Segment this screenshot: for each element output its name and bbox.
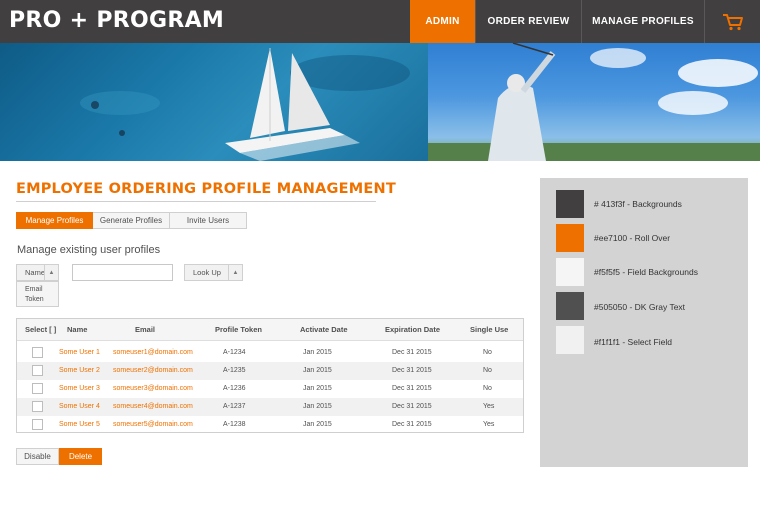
profile-token: A-1238 bbox=[223, 421, 246, 428]
table-row: Some User 4 someuser4@domain.com A-1237 … bbox=[17, 398, 523, 416]
profile-token: A-1235 bbox=[223, 367, 246, 374]
sailboat-image bbox=[0, 43, 428, 161]
single-use: No bbox=[483, 349, 492, 356]
activate-date: Jan 2015 bbox=[303, 421, 332, 428]
color-label-select-field: #f1f1f1 - Select Field bbox=[594, 337, 672, 347]
top-navigation-bar: PRO + PROGRAM ADMIN ORDER REVIEW MANAGE … bbox=[0, 0, 760, 43]
user-email-link[interactable]: someuser2@domain.com bbox=[113, 367, 193, 374]
column-header-name[interactable]: Name bbox=[67, 325, 87, 334]
expiration-date: Dec 31 2015 bbox=[392, 367, 432, 374]
column-header-activate-date[interactable]: Activate Date bbox=[300, 325, 348, 334]
single-use: No bbox=[483, 385, 492, 392]
color-swatch-select-field bbox=[556, 326, 584, 354]
table-row: Some User 2 someuser2@domain.com A-1235 … bbox=[17, 362, 523, 380]
color-swatch-backgrounds bbox=[556, 190, 584, 218]
table-row: Some User 3 someuser3@domain.com A-1236 … bbox=[17, 380, 523, 398]
single-use: Yes bbox=[483, 403, 495, 410]
page-title: EMPLOYEE ORDERING PROFILE MANAGEMENT bbox=[16, 181, 396, 197]
single-use: Yes bbox=[483, 421, 495, 428]
column-header-profile-token[interactable]: Profile Token bbox=[215, 325, 262, 334]
nav-order-review[interactable]: ORDER REVIEW bbox=[475, 0, 581, 43]
color-label-field-backgrounds: #f5f5f5 - Field Backgrounds bbox=[594, 267, 698, 277]
cart-button[interactable] bbox=[704, 0, 760, 43]
search-field-select[interactable]: Name ▲ bbox=[16, 264, 59, 281]
hero-banner bbox=[0, 43, 760, 161]
color-swatch-field-backgrounds bbox=[556, 258, 584, 286]
search-field-dropdown: Email Token bbox=[16, 281, 59, 307]
select-arrows-icon: ▲ bbox=[44, 265, 58, 280]
table-row: Some User 1 someuser1@domain.com A-1234 … bbox=[17, 344, 523, 362]
row-checkbox[interactable] bbox=[32, 401, 43, 412]
profile-token: A-1237 bbox=[223, 403, 246, 410]
nav-admin[interactable]: ADMIN bbox=[410, 0, 475, 43]
table-header: Select [ ] Name Email Profile Token Acti… bbox=[17, 319, 523, 341]
user-email-link[interactable]: someuser5@domain.com bbox=[113, 421, 193, 428]
color-swatch-roll-over bbox=[556, 224, 584, 252]
row-checkbox[interactable] bbox=[32, 347, 43, 358]
delete-button[interactable]: Delete bbox=[59, 448, 102, 465]
section-subtitle: Manage existing user profiles bbox=[17, 244, 161, 256]
column-header-single-use[interactable]: Single Use bbox=[470, 325, 508, 334]
shopping-cart-icon bbox=[722, 13, 743, 30]
title-divider bbox=[16, 201, 376, 202]
row-checkbox[interactable] bbox=[32, 419, 43, 430]
user-profiles-table: Select [ ] Name Email Profile Token Acti… bbox=[16, 318, 524, 433]
expiration-date: Dec 31 2015 bbox=[392, 385, 432, 392]
column-header-select[interactable]: Select [ ] bbox=[25, 325, 56, 334]
profile-token: A-1236 bbox=[223, 385, 246, 392]
user-name-link[interactable]: Some User 2 bbox=[59, 367, 100, 374]
expiration-date: Dec 31 2015 bbox=[392, 421, 432, 428]
expiration-date: Dec 31 2015 bbox=[392, 403, 432, 410]
lookup-button-label: Look Up bbox=[193, 268, 221, 277]
color-legend-panel: # 413f3f - Backgrounds #ee7100 - Roll Ov… bbox=[540, 178, 748, 467]
activate-date: Jan 2015 bbox=[303, 403, 332, 410]
site-logo[interactable]: PRO + PROGRAM bbox=[9, 8, 224, 33]
expiration-date: Dec 31 2015 bbox=[392, 349, 432, 356]
tab-generate-profiles[interactable]: Generate Profiles bbox=[93, 212, 170, 229]
color-label-dk-gray-text: #505050 - DK Gray Text bbox=[594, 302, 686, 312]
column-header-email[interactable]: Email bbox=[135, 325, 155, 334]
lookup-button[interactable]: Look Up ▲ bbox=[184, 264, 243, 281]
user-email-link[interactable]: someuser1@domain.com bbox=[113, 349, 193, 356]
dropdown-option-email[interactable]: Email bbox=[25, 285, 58, 295]
color-label-backgrounds: # 413f3f - Backgrounds bbox=[594, 199, 682, 209]
color-label-roll-over: #ee7100 - Roll Over bbox=[594, 233, 671, 243]
activate-date: Jan 2015 bbox=[303, 385, 332, 392]
activate-date: Jan 2015 bbox=[303, 367, 332, 374]
nav-manage-profiles[interactable]: MANAGE PROFILES bbox=[581, 0, 704, 43]
color-swatch-dk-gray-text bbox=[556, 292, 584, 320]
column-header-expiration-date[interactable]: Expiration Date bbox=[385, 325, 440, 334]
user-email-link[interactable]: someuser4@domain.com bbox=[113, 403, 193, 410]
select-arrows-icon: ▲ bbox=[228, 265, 242, 280]
user-email-link[interactable]: someuser3@domain.com bbox=[113, 385, 193, 392]
profile-tabs: Manage Profiles Generate Profiles Invite… bbox=[16, 212, 247, 229]
search-input[interactable] bbox=[72, 264, 173, 281]
user-name-link[interactable]: Some User 5 bbox=[59, 421, 100, 428]
activate-date: Jan 2015 bbox=[303, 349, 332, 356]
tab-invite-users[interactable]: Invite Users bbox=[170, 212, 247, 229]
user-name-link[interactable]: Some User 1 bbox=[59, 349, 100, 356]
fisherman-image bbox=[428, 43, 760, 161]
dropdown-option-token[interactable]: Token bbox=[25, 295, 58, 305]
table-row: Some User 5 someuser5@domain.com A-1238 … bbox=[17, 416, 523, 434]
row-checkbox[interactable] bbox=[32, 365, 43, 376]
row-checkbox[interactable] bbox=[32, 383, 43, 394]
tab-manage-profiles[interactable]: Manage Profiles bbox=[16, 212, 93, 229]
user-name-link[interactable]: Some User 3 bbox=[59, 385, 100, 392]
disable-button[interactable]: Disable bbox=[16, 448, 59, 465]
user-name-link[interactable]: Some User 4 bbox=[59, 403, 100, 410]
search-field-select-value: Name bbox=[25, 268, 46, 277]
profile-token: A-1234 bbox=[223, 349, 246, 356]
single-use: No bbox=[483, 367, 492, 374]
